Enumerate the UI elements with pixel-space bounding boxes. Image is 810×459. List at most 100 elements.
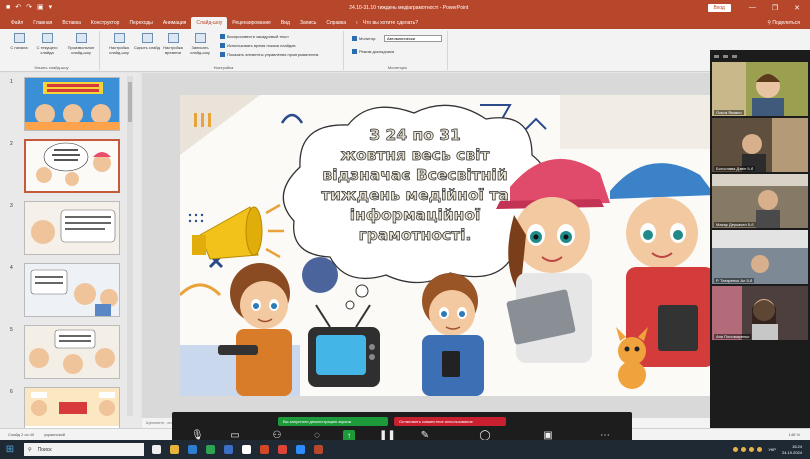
heading-line: інформаційної <box>349 206 481 225</box>
share-button[interactable]: ⚲ Поделиться <box>767 17 810 29</box>
ribbon-body: С начала С текущего слайда Произвольное … <box>0 29 810 72</box>
participant-video[interactable]: Макар Деркачен 5-б <box>712 174 808 228</box>
input-language[interactable]: УКР <box>768 447 776 452</box>
undo-icon[interactable]: ↶ <box>15 0 21 15</box>
setup-icon <box>113 33 125 43</box>
tab-help[interactable]: Справка <box>321 17 351 29</box>
taskbar-search[interactable]: ⚲ Поиск <box>24 443 144 456</box>
powerpoint-icon[interactable] <box>260 445 269 454</box>
save-icon[interactable]: ■ <box>6 0 10 15</box>
store-icon[interactable] <box>206 445 215 454</box>
thumbnail-row[interactable]: 5 <box>0 325 140 385</box>
sign-in-button[interactable]: Вход <box>707 3 731 12</box>
file-explorer-icon[interactable] <box>170 445 179 454</box>
slide-thumbnail[interactable] <box>24 263 120 317</box>
windows-taskbar: ⊞ ⚲ Поиск УКР 15:24 24.10.2024 <box>0 440 810 459</box>
custom-show-icon <box>75 33 87 43</box>
tray-icon[interactable] <box>757 447 763 452</box>
tab-record[interactable]: Запись <box>295 17 321 29</box>
tab-slide-show[interactable]: Слайд-шоу <box>191 17 228 29</box>
minimize-button[interactable]: — <box>749 4 756 12</box>
tab-insert[interactable]: Вставка <box>57 17 86 29</box>
record-label: Записать слайд-шоу <box>190 45 210 55</box>
tab-home[interactable]: Главная <box>28 17 57 29</box>
tab-animations[interactable]: Анимация <box>158 17 191 29</box>
clock[interactable]: 15:24 24.10.2024 <box>782 444 802 456</box>
tray-icon[interactable] <box>741 447 747 452</box>
zoom-icon[interactable] <box>296 445 305 454</box>
scrollbar-thumb[interactable] <box>128 82 132 122</box>
hide-slide-button[interactable]: Скрыть слайд <box>134 33 160 50</box>
rehearse-timings-button[interactable]: Настройка времени <box>160 33 186 55</box>
current-slide[interactable]: З 24 по 31 жовтня весь світ відзначає Вс… <box>180 95 715 396</box>
slide-thumbnail-selected[interactable] <box>24 139 120 193</box>
close-button[interactable]: ✕ <box>794 4 800 12</box>
setup-slideshow-button[interactable]: Настройка слайд-шоу <box>106 33 132 55</box>
custom-slideshow-label: Произвольное слайд-шоу <box>67 45 95 55</box>
restore-button[interactable]: ❐ <box>772 4 778 12</box>
media-player-icon[interactable] <box>242 445 251 454</box>
layout-icon[interactable] <box>714 54 719 58</box>
powerpoint-window-icon[interactable] <box>314 445 323 454</box>
tab-review[interactable]: Рецензирование <box>227 17 276 29</box>
tab-transitions[interactable]: Переходы <box>124 17 157 29</box>
participant-video[interactable]: Аня Пономаренко <box>712 286 808 340</box>
group-setup: Настройка слайд-шоу Скрыть слайд Настрой… <box>104 31 344 70</box>
stop-share-button[interactable]: Остановить совместное использование <box>394 417 506 426</box>
tab-design[interactable]: Конструктор <box>86 17 125 29</box>
presenter-view-checkbox[interactable]: Режим докладчика <box>352 49 394 54</box>
mail-icon[interactable] <box>224 445 233 454</box>
tab-view[interactable]: Вид <box>276 17 295 29</box>
group-start-slideshow: С начала С текущего слайда Произвольное … <box>4 31 100 70</box>
taskbar-apps <box>152 445 323 454</box>
checkbox-checked-icon <box>220 34 225 39</box>
slide-thumbnails-panel: 1 2 3 4 5 6 <box>0 73 140 441</box>
monitor-select-label: Монитор: <box>352 36 376 41</box>
thumbnail-number: 3 <box>10 203 13 209</box>
task-view-icon[interactable] <box>152 445 161 454</box>
participant-feed <box>712 118 808 172</box>
record-slideshow-button[interactable]: Записать слайд-шоу <box>187 33 213 55</box>
thumbnail-number: 2 <box>10 141 13 147</box>
thumbnail-scrollbar[interactable] <box>127 76 133 416</box>
chrome-icon[interactable] <box>278 445 287 454</box>
tray-icons[interactable] <box>733 447 763 452</box>
view-options-icon[interactable] <box>732 54 737 58</box>
language-indicator[interactable]: украинский <box>34 432 65 437</box>
custom-slideshow-button[interactable]: Произвольное слайд-шоу <box>64 33 98 55</box>
tray-icon[interactable] <box>749 447 755 452</box>
narration-checkbox[interactable]: Воспроизвести закадровый текст <box>220 34 289 39</box>
thumbnail-number: 5 <box>10 327 13 333</box>
thumbnail-row[interactable]: 4 <box>0 263 140 323</box>
thumbnail-number: 1 <box>10 79 13 85</box>
start-from-beginning-icon[interactable]: ▣ <box>37 0 44 15</box>
slide-thumbnail[interactable] <box>24 77 120 131</box>
customize-qat-icon[interactable]: ▾ <box>49 0 53 15</box>
participant-video[interactable]: Ольга Якович <box>712 62 808 116</box>
participant-video[interactable]: Богослава Дзвін 5-б <box>712 118 808 172</box>
tell-me-search[interactable]: Что вы хотите сделать? <box>363 17 418 29</box>
show-media-controls-checkbox[interactable]: Показать элементы управления проигрывате… <box>220 52 318 57</box>
from-current-button[interactable]: С текущего слайда <box>34 33 60 55</box>
windows-start-icon[interactable]: ⊞ <box>0 444 20 455</box>
tray-icon[interactable] <box>733 447 739 452</box>
use-timings-checkbox[interactable]: Использовать время показа слайдов <box>220 43 296 48</box>
edge-icon[interactable] <box>188 445 197 454</box>
thumbnail-row[interactable]: 3 <box>0 201 140 261</box>
slide-heading[interactable]: З 24 по 31 жовтня весь світ відзначає Вс… <box>296 125 534 245</box>
redo-icon[interactable]: ↷ <box>26 0 32 15</box>
from-beginning-label: С начала <box>10 45 28 50</box>
presenter-view-label: Режим докладчика <box>359 49 395 54</box>
slide-thumbnail[interactable] <box>24 201 120 255</box>
monitor-dropdown[interactable]: Автоматически <box>384 35 442 42</box>
thumbnail-row[interactable]: 2 <box>0 139 140 199</box>
minimize-panel-icon[interactable] <box>723 54 728 58</box>
thumbnail-row[interactable]: 1 <box>0 77 140 137</box>
from-beginning-button[interactable]: С начала <box>6 33 32 50</box>
participant-video[interactable]: Р. Татаренко Ал 5-б <box>712 230 808 284</box>
tab-file[interactable]: Файл <box>6 17 28 29</box>
zoom-level[interactable]: 146 % <box>789 432 810 437</box>
checkbox-checked-icon <box>352 49 357 54</box>
slide-thumbnail[interactable] <box>24 325 120 379</box>
monitor-label: Монитор: <box>359 36 377 41</box>
